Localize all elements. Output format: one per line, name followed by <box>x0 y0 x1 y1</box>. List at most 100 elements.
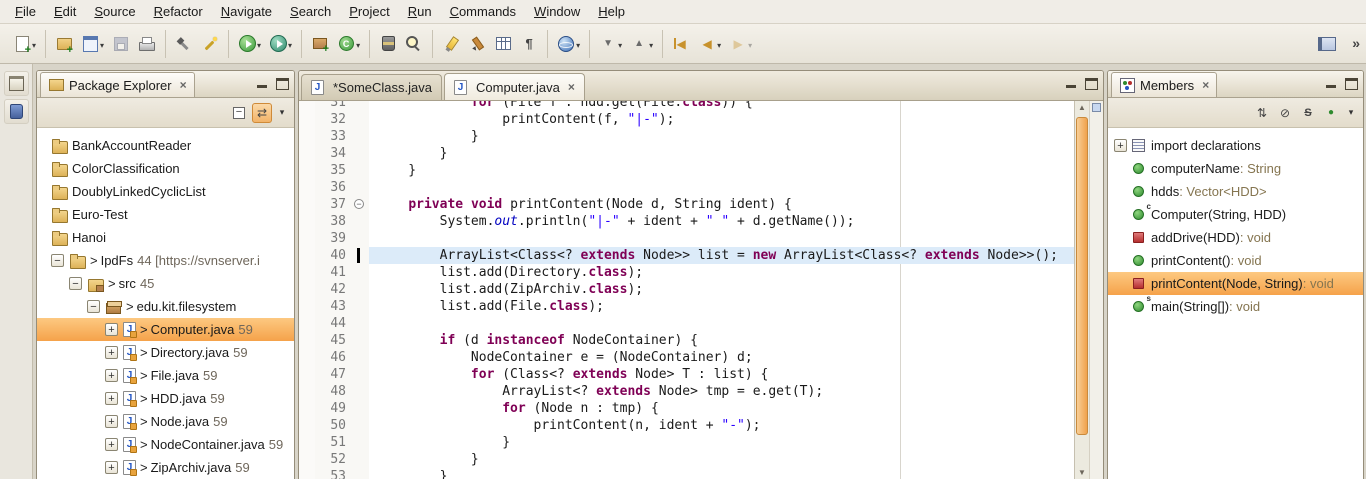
tree-item-colorclassification[interactable]: ColorClassification <box>37 157 294 180</box>
annotate-button[interactable] <box>465 31 489 57</box>
collapse-all-button[interactable]: − <box>229 103 249 123</box>
tree-item-computer-java[interactable]: +>Computer.java59 <box>37 318 294 341</box>
member-item-adddrive-hdd[interactable]: addDrive(HDD) : void <box>1108 226 1363 249</box>
code-line-52[interactable]: } <box>377 451 1074 468</box>
show-table-button[interactable] <box>491 31 515 57</box>
tree-item-src[interactable]: −>src45 <box>37 272 294 295</box>
menu-navigate[interactable]: Navigate <box>212 1 281 22</box>
external-tools-wizard-button[interactable] <box>198 31 222 57</box>
code-line-39[interactable] <box>377 230 1074 247</box>
search-button[interactable] <box>402 31 426 57</box>
dropdown-arrow-icon[interactable] <box>576 36 580 51</box>
close-icon[interactable] <box>180 79 187 91</box>
member-item-printcontent-node-string[interactable]: printContent(Node, String) : void <box>1108 272 1363 295</box>
maximize-button[interactable] <box>1085 78 1098 90</box>
code-area[interactable]: for (File f : hdd.get(File.class)) { pri… <box>369 101 1074 479</box>
minimize-button[interactable] <box>1325 78 1338 90</box>
expand-icon[interactable]: + <box>105 392 118 405</box>
expand-icon[interactable]: + <box>105 461 118 474</box>
open-type-button[interactable] <box>376 31 400 57</box>
menu-edit[interactable]: Edit <box>45 1 85 22</box>
hide-fields-button[interactable]: ⊘ <box>1275 103 1295 123</box>
minimize-button[interactable] <box>1065 78 1078 90</box>
maximize-button[interactable] <box>276 78 289 90</box>
last-edit-location-button[interactable] <box>669 31 693 57</box>
dropdown-arrow-icon[interactable] <box>32 36 36 51</box>
menu-run[interactable]: Run <box>399 1 441 22</box>
hide-non-public-button[interactable]: ● <box>1321 103 1341 123</box>
member-item-computername[interactable]: computerName : String <box>1108 157 1363 180</box>
tree-item-doublylinkedcycliclist[interactable]: DoublyLinkedCyclicList <box>37 180 294 203</box>
tree-item-file-java[interactable]: +>File.java59 <box>37 364 294 387</box>
next-annotation-button[interactable] <box>596 31 625 57</box>
menu-search[interactable]: Search <box>281 1 340 22</box>
editor-tab-computer-java[interactable]: Computer.java <box>444 73 585 100</box>
code-line-32[interactable]: printContent(f, "|-"); <box>377 111 1074 128</box>
close-icon[interactable] <box>568 81 575 93</box>
menu-commands[interactable]: Commands <box>441 1 525 22</box>
tree-item-ziparchiv-java[interactable]: +>ZipArchiv.java59 <box>37 456 294 479</box>
collapse-icon[interactable]: − <box>87 300 100 313</box>
code-line-47[interactable]: for (Class<? extends Node> T : list) { <box>377 366 1074 383</box>
new-java-package-button[interactable] <box>308 31 332 57</box>
dropdown-arrow-icon[interactable] <box>356 36 360 51</box>
dropdown-arrow-icon[interactable] <box>288 36 292 51</box>
tree-item-edu-kit-filesystem[interactable]: −>edu.kit.filesystem <box>37 295 294 318</box>
code-line-34[interactable]: } <box>377 145 1074 162</box>
member-item-hdds[interactable]: hdds : Vector<HDD> <box>1108 180 1363 203</box>
dropdown-arrow-icon[interactable] <box>649 36 653 51</box>
show-whitespace-button[interactable] <box>517 31 541 57</box>
run-button[interactable] <box>235 31 264 57</box>
code-line-45[interactable]: if (d instanceof NodeContainer) { <box>377 332 1074 349</box>
expand-icon[interactable]: + <box>105 369 118 382</box>
code-line-41[interactable]: list.add(Directory.class); <box>377 264 1074 281</box>
maximize-button[interactable] <box>1345 78 1358 90</box>
member-item-import-declarations[interactable]: +import declarations <box>1108 134 1363 157</box>
package-explorer-tab[interactable]: Package Explorer <box>40 72 195 97</box>
link-with-editor-button[interactable]: ⇄ <box>252 103 272 123</box>
code-line-40[interactable]: ArrayList<Class<? extends Node>> list = … <box>369 247 1074 264</box>
mark-occurrences-button[interactable] <box>439 31 463 57</box>
code-line-37[interactable]: private void printContent(Node d, String… <box>377 196 1074 213</box>
dropdown-arrow-icon[interactable] <box>717 36 721 51</box>
menu-help[interactable]: Help <box>589 1 634 22</box>
tree-item-hanoi[interactable]: Hanoi <box>37 226 294 249</box>
code-line-49[interactable]: for (Node n : tmp) { <box>377 400 1074 417</box>
collapse-icon[interactable]: − <box>69 277 82 290</box>
fold-collapse-icon[interactable] <box>354 199 364 209</box>
tree-item-hdd-java[interactable]: +>HDD.java59 <box>37 387 294 410</box>
code-line-43[interactable]: list.add(File.class); <box>377 298 1074 315</box>
minimize-button[interactable] <box>256 78 269 90</box>
member-item-computer-string-hdd[interactable]: cComputer(String, HDD) <box>1108 203 1363 226</box>
code-line-38[interactable]: System.out.println("|-" + ident + " " + … <box>377 213 1074 230</box>
expand-icon[interactable]: + <box>105 323 118 336</box>
menu-file[interactable]: File <box>6 1 45 22</box>
external-tools-button[interactable] <box>266 31 295 57</box>
restore-view-button[interactable] <box>4 71 29 96</box>
tree-item-bankaccountreader[interactable]: BankAccountReader <box>37 134 294 157</box>
dropdown-arrow-icon[interactable] <box>748 36 752 51</box>
code-line-53[interactable]: } <box>377 468 1074 479</box>
editor-tab-someclass-java[interactable]: *SomeClass.java <box>301 74 442 100</box>
scrapbook-view-button[interactable] <box>4 99 29 124</box>
expand-icon[interactable]: + <box>105 438 118 451</box>
close-icon[interactable] <box>1202 79 1209 91</box>
dropdown-arrow-icon[interactable] <box>618 36 622 51</box>
new-wizard-button[interactable] <box>10 31 39 57</box>
menu-project[interactable]: Project <box>340 1 398 22</box>
view-menu-button[interactable]: ▾ <box>1344 103 1358 123</box>
code-line-44[interactable] <box>377 315 1074 332</box>
dropdown-arrow-icon[interactable] <box>257 36 261 51</box>
open-artifact-button[interactable] <box>78 31 107 57</box>
code-line-31[interactable]: for (File f : hdd.get(File.class)) { <box>377 101 1074 111</box>
tree-item-ipdfs[interactable]: −>IpdFs44 [https://svnserver.i <box>37 249 294 272</box>
open-web-browser-button[interactable] <box>554 31 583 57</box>
new-java-project-button[interactable] <box>52 31 76 57</box>
tree-item-directory-java[interactable]: +>Directory.java59 <box>37 341 294 364</box>
menu-refactor[interactable]: Refactor <box>145 1 212 22</box>
code-line-36[interactable] <box>377 179 1074 196</box>
expand-icon[interactable]: + <box>105 415 118 428</box>
scrollbar-thumb[interactable] <box>1076 117 1088 435</box>
members-tab[interactable]: Members <box>1111 72 1217 97</box>
back-button[interactable] <box>695 31 724 57</box>
